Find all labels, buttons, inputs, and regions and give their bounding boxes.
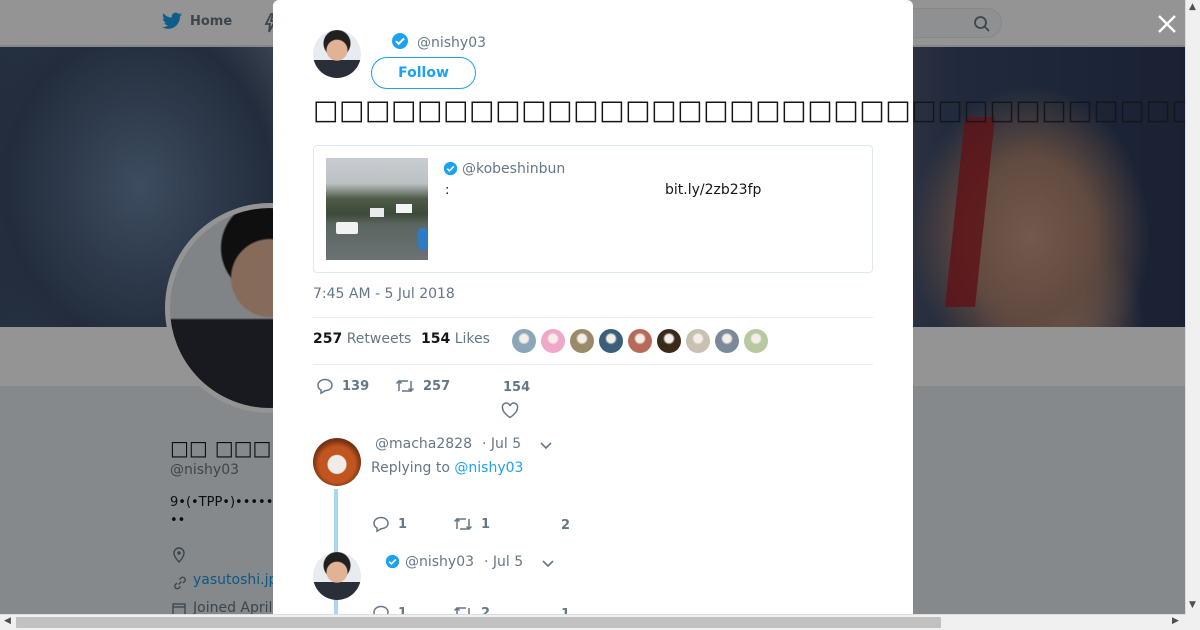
retweet-count: 257 [423,378,451,394]
liker-avatar[interactable] [541,329,565,353]
scroll-up-arrow-icon[interactable]: ▲ [1189,2,1196,12]
scroll-down-arrow-icon[interactable]: ▼ [1189,600,1196,610]
heart-icon[interactable] [501,402,519,419]
scroll-right-arrow-icon[interactable]: ▶ [1172,616,1179,626]
close-icon[interactable] [1155,12,1179,36]
retweets-label: Retweets [346,331,412,347]
scrollbar-corner [1185,614,1200,630]
like-count[interactable]: 1 [561,607,570,614]
tweet-stats-row: 257 Retweets 154 Likes [313,317,873,365]
reply-date[interactable]: · Jul 5 [482,436,521,452]
quoted-tweet-handle: @kobeshinbun [462,161,566,177]
tweet-modal: @nishy03 Follow □□□□□□□□□□□□□□□□□□□□□□□□… [273,0,1188,614]
reply-author-avatar[interactable] [313,438,361,486]
retweet-count: 1 [481,516,491,532]
retweet-button[interactable]: 1 [453,515,490,533]
likes-label: Likes [454,331,490,347]
liker-avatars [512,329,768,353]
liker-avatar[interactable] [599,329,623,353]
vertical-scrollbar[interactable]: ▲ ▼ [1185,0,1200,614]
liker-avatar[interactable] [512,329,536,353]
reply-button[interactable]: 139 [316,377,369,395]
replying-to-mention[interactable]: @nishy03 [454,460,523,476]
quoted-tweet-image[interactable] [326,158,428,260]
quoted-tweet-text: : [445,183,450,198]
reply-count: 139 [342,378,370,394]
reply-icon [373,605,389,614]
liker-avatar[interactable] [715,329,739,353]
chevron-down-icon[interactable] [539,438,553,452]
image-vehicle-shape [396,204,412,213]
reply-button[interactable]: 1 [372,515,407,533]
retweet-button[interactable]: 2 [453,604,490,614]
reply-count: 1 [398,605,408,615]
verified-badge-icon [443,161,458,176]
retweet-count: 2 [481,605,491,615]
retweet-icon [395,379,415,393]
liker-avatar[interactable] [744,329,768,353]
retweets-stat[interactable]: 257 Retweets [313,331,411,347]
verified-badge-icon [385,554,400,569]
image-vehicle-shape [370,208,384,217]
quoted-tweet-link[interactable]: bit.ly/2zb23fp [665,182,761,198]
reply-icon [373,516,389,533]
replying-to-label: Replying to [371,460,450,476]
reply-date[interactable]: · Jul 5 [484,554,523,570]
reply-author-handle[interactable]: @macha2828 [375,436,472,452]
modal-content-area: @kobeshinbun : bit.ly/2zb23fp 7:45 AM - … [273,0,913,614]
reply-count: 1 [398,516,408,532]
liker-avatar[interactable] [628,329,652,353]
image-vehicle-shape [336,222,358,234]
liker-avatar[interactable] [570,329,594,353]
reply-icon [317,378,333,395]
reply-button[interactable]: 1 [372,604,407,614]
liker-avatar[interactable] [686,329,710,353]
tweet-timestamp[interactable]: 7:45 AM - 5 Jul 2018 [313,286,455,302]
retweet-icon [453,606,470,614]
likes-count: 154 [421,331,451,347]
retweet-button[interactable]: 257 [395,377,450,395]
scroll-left-arrow-icon[interactable]: ◀ [4,616,11,626]
likes-stat[interactable]: 154 Likes [421,331,490,347]
reply-author-avatar[interactable] [313,552,361,600]
like-count: 154 [503,380,531,395]
like-count[interactable]: 2 [561,518,570,533]
reply-author-handle[interactable]: @nishy03 [405,554,474,570]
liker-avatar[interactable] [657,329,681,353]
horizontal-scrollbar-thumb[interactable] [16,617,941,628]
horizontal-scrollbar[interactable]: ◀ ▶ [0,614,1185,630]
image-figure-shape [418,228,428,250]
chevron-down-icon[interactable] [541,556,555,570]
quoted-tweet-card[interactable]: @kobeshinbun : bit.ly/2zb23fp [313,145,873,273]
replying-to-line: Replying to @nishy03 [371,460,523,476]
retweet-icon [453,517,473,531]
retweets-count: 257 [313,331,343,347]
